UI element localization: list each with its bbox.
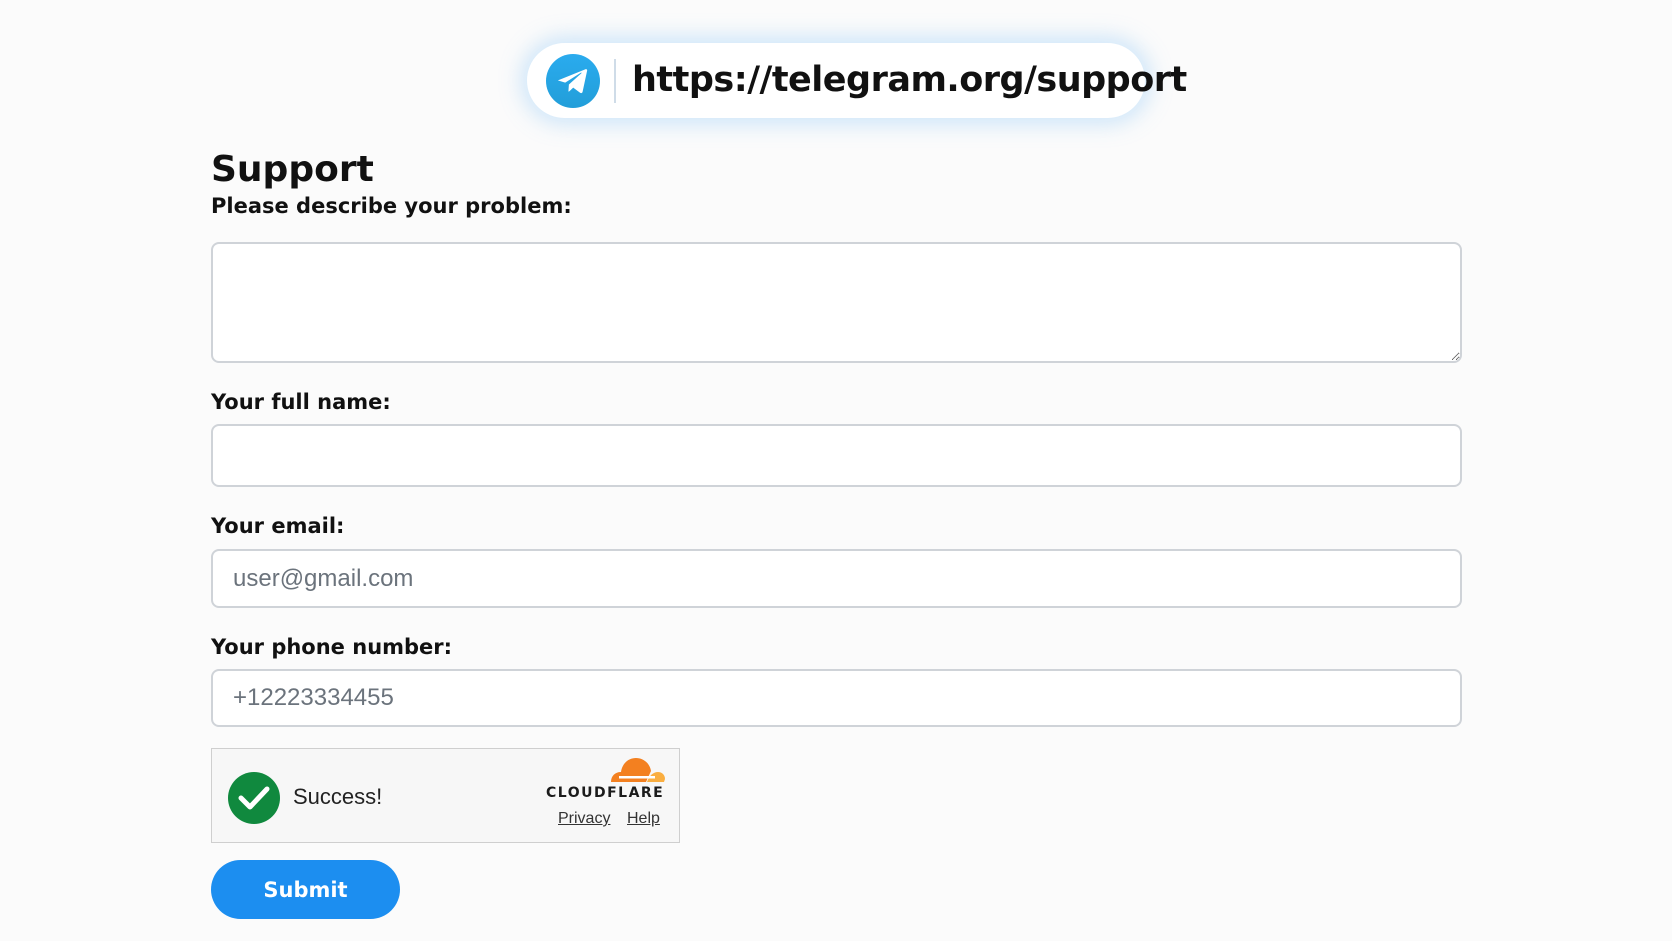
full-name-input[interactable] bbox=[211, 424, 1462, 487]
cloudflare-logo: CLOUDFLARE bbox=[546, 785, 665, 801]
address-bar[interactable]: https://telegram.org/support bbox=[527, 43, 1187, 118]
paper-plane-icon bbox=[558, 69, 588, 94]
captcha-status-text: Success! bbox=[293, 784, 383, 809]
problem-textarea[interactable] bbox=[211, 242, 1462, 363]
url-text[interactable]: https://telegram.org/support bbox=[632, 60, 1187, 100]
full-name-label: Your full name: bbox=[211, 390, 391, 414]
checkmark-icon bbox=[238, 786, 270, 810]
cloudflare-cloud-icon bbox=[611, 758, 665, 782]
cloudflare-turnstile-widget: Success! CLOUDFLARE Privacy Help bbox=[211, 748, 680, 843]
submit-button[interactable]: Submit bbox=[211, 860, 400, 919]
privacy-link[interactable]: Privacy bbox=[558, 810, 610, 828]
help-link[interactable]: Help bbox=[627, 810, 660, 828]
page-title: Support bbox=[211, 149, 374, 190]
telegram-logo-icon bbox=[546, 54, 600, 108]
phone-label: Your phone number: bbox=[211, 635, 453, 659]
phone-input[interactable] bbox=[211, 669, 1462, 727]
email-label: Your email: bbox=[211, 514, 345, 538]
url-divider bbox=[614, 59, 616, 103]
email-input[interactable] bbox=[211, 549, 1462, 608]
green-checkmark-icon bbox=[228, 772, 280, 824]
problem-label: Please describe your problem: bbox=[211, 194, 572, 218]
